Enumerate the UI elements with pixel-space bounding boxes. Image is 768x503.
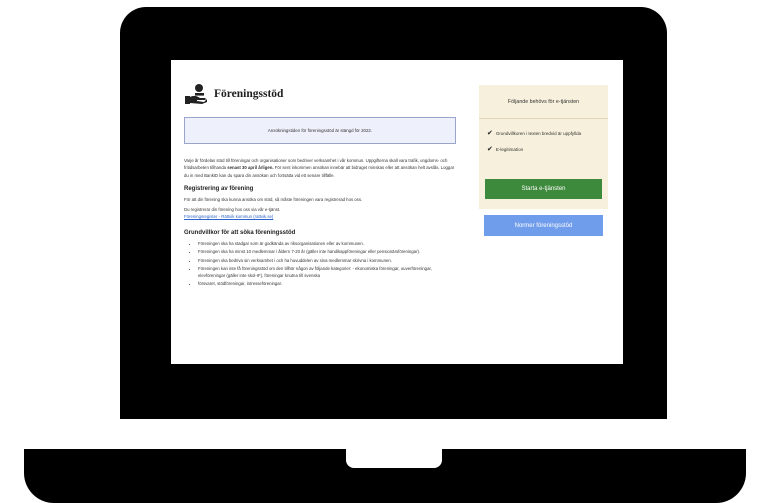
laptop-notch: [346, 449, 442, 468]
criteria-heading: Grundvillkor för att söka föreningsstöd: [184, 230, 296, 237]
criteria-list: Föreningen ska ha stadgar som är godkänd…: [184, 240, 456, 287]
laptop-screen: Föreningsstöd Ansökningstiden för föreni…: [171, 60, 623, 364]
page-header: Föreningsstöd: [184, 82, 456, 106]
requirement-item: ✔ Grundvillkoren i texten bredvid är upp…: [479, 130, 608, 137]
norms-button[interactable]: Normer föreningsstöd: [484, 215, 603, 236]
hand-money-icon: [184, 82, 208, 106]
notice-banner: Ansökningstiden för föreningsstöd är stä…: [184, 117, 456, 144]
main-content: Föreningsstöd Ansökningstiden för föreni…: [184, 82, 456, 288]
registration-text-2: Du registrerar din förening hos oss via …: [184, 207, 281, 213]
list-item: Föreningen kan inte få föreningsstöd om …: [198, 265, 456, 279]
start-service-button[interactable]: Starta e-tjänsten: [485, 179, 602, 199]
list-item: Föreningen ska bedriva sin verksamhet i …: [198, 257, 456, 264]
list-item: försvaret, stödföreningar, intressefören…: [198, 280, 456, 287]
intro-deadline: senast 30 april årligen.: [227, 165, 274, 171]
requirements-panel: Följande behövs för e-tjänsten ✔ Grundvi…: [479, 85, 608, 209]
requirement-item: ✔ E-legitimation: [479, 146, 608, 153]
registration-text-1: För att din förening ska kunna ansöka om…: [184, 197, 363, 203]
list-item: Föreningen ska ha stadgar som är godkänd…: [198, 240, 456, 247]
page-title: Föreningsstöd: [214, 88, 284, 100]
requirements-heading: Följande behövs för e-tjänsten: [479, 85, 608, 119]
checkmark-icon: ✔: [487, 146, 493, 153]
registry-link[interactable]: Föreningsregister - Rättvik kommun (ratt…: [184, 213, 456, 220]
list-item: Föreningen ska ha minst 10 medlemmar i å…: [198, 248, 456, 255]
checkmark-icon: ✔: [487, 130, 493, 137]
registration-heading: Registrering av förening: [184, 186, 254, 193]
requirement-label: E-legitimation: [495, 147, 524, 152]
intro-paragraph: Varje år fördelas stöd till föreningar o…: [184, 157, 456, 179]
requirement-label: Grundvillkoren i texten bredvid är uppfy…: [495, 131, 582, 136]
